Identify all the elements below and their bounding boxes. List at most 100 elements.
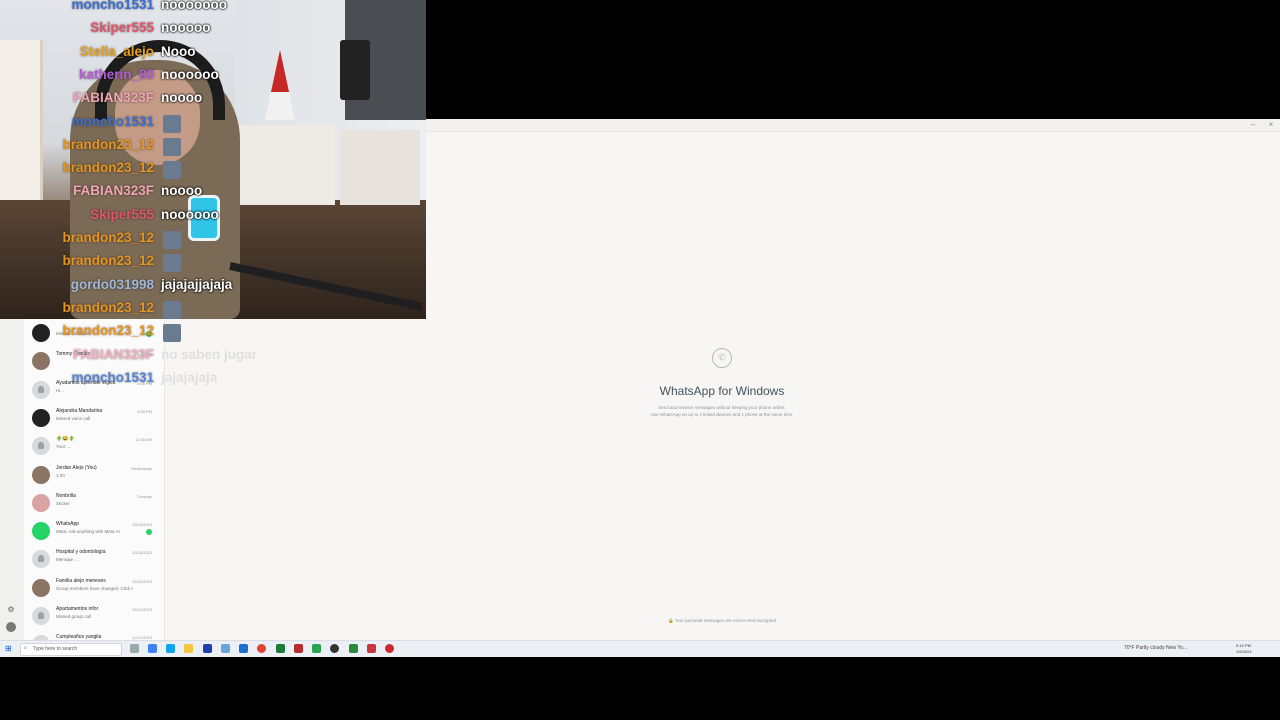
profile-avatar[interactable]	[6, 622, 16, 632]
chat-username: brandon23_12	[62, 323, 154, 339]
emote-icon	[163, 137, 181, 156]
mail-icon[interactable]	[239, 644, 248, 653]
chat-text: Nooo	[161, 43, 196, 59]
chat-preview: Sticker	[56, 500, 70, 506]
chat-list-item[interactable]: 🌵😂🌵 Your: ... 12:08 AM	[24, 432, 164, 460]
chat-username: moncho1531	[71, 0, 154, 12]
chat-avatar	[32, 437, 50, 456]
chat-text: noooooo	[161, 66, 219, 82]
chat-time: 4:58 PM	[137, 408, 152, 414]
chat-preview: Your: ...	[56, 444, 72, 450]
chat-time: Wednesday	[130, 465, 152, 471]
chat-text: jajajajaja	[161, 369, 218, 385]
app-icon[interactable]	[385, 644, 394, 653]
emote-icon	[163, 114, 181, 133]
chat-username: FABIAN323F	[72, 183, 154, 199]
emote-icon	[163, 300, 181, 319]
app-icon[interactable]	[312, 644, 321, 653]
file-explorer-icon[interactable]	[184, 644, 193, 653]
chat-username: moncho1531	[71, 113, 154, 129]
chat-username: katherin_80	[78, 66, 154, 82]
chat-text: nooooo	[161, 20, 211, 36]
chat-message: katherin_80 noooooo	[0, 67, 1280, 89]
chat-username: moncho1531	[71, 369, 154, 385]
edge-icon[interactable]	[148, 644, 157, 653]
chat-message: FABIAN323F noooo	[0, 90, 1280, 112]
task-view-icon[interactable]	[130, 644, 139, 653]
chat-text: noooo	[161, 90, 203, 106]
encryption-text: Your personal messages are end-to-end en…	[674, 618, 776, 623]
chat-time: 12:08 AM	[135, 437, 152, 443]
chat-time: Tuesday	[136, 493, 152, 499]
empty-state-text: Use WhatsApp on up to 4 linked devices a…	[650, 412, 794, 417]
chat-username: Skiper555	[90, 206, 154, 222]
chat-preview: 1:00	[56, 472, 65, 478]
chat-username: brandon23_12	[62, 136, 154, 152]
chat-list-item[interactable]: Apartamentos infor Missed group call 12/10…	[24, 602, 164, 630]
chat-username: brandon23_12	[62, 230, 154, 245]
clock-time[interactable]: 9:14 PM	[1236, 643, 1251, 648]
excel-icon[interactable]	[276, 644, 285, 653]
chat-name: Apartamentos infor	[56, 606, 99, 612]
chat-name: Familia alejo meneses	[56, 577, 106, 584]
settings-icon[interactable]: ⚙	[6, 605, 16, 615]
obs-icon[interactable]	[330, 644, 339, 653]
taskbar-search[interactable]: ⌕ Type here to search	[20, 643, 122, 656]
chat-time: 12/02/2023	[131, 578, 152, 584]
chat-name: Alejandra Mandarina	[56, 407, 103, 414]
taskbar: ⊞ ⌕ Type here to search 70°F Partly clou…	[0, 640, 1280, 657]
chat-list-item[interactable]: WhatsApp Meta: Ask anything with Meta AI 1…	[24, 517, 164, 545]
chat-message: brandon23_12	[0, 160, 1280, 182]
browser-icon[interactable]	[166, 644, 175, 653]
clock-date[interactable]: 1/5/2024	[1236, 649, 1252, 654]
chat-name: WhatsApp	[56, 521, 80, 528]
chat-avatar	[32, 607, 50, 625]
app-icon[interactable]	[294, 644, 303, 653]
chat-avatar	[32, 550, 50, 569]
weather-widget[interactable]: 70°F Partly cloudy New Yo...	[1124, 645, 1187, 651]
start-icon[interactable]: ⊞	[5, 644, 12, 653]
chat-username: gordo031998	[70, 276, 154, 292]
chat-avatar	[32, 578, 50, 597]
chat-message: gordo031998 jajajajjajaja	[0, 277, 1280, 299]
chrome-icon[interactable]	[257, 644, 266, 653]
chat-time: 12/10/2023	[131, 607, 152, 612]
app-icon[interactable]	[349, 644, 358, 653]
chat-message: moncho1531 jajajajaja	[0, 370, 1280, 392]
chat-list-item[interactable]: Nonbrilla Sticker Tuesday	[24, 489, 164, 517]
whatsapp-task-icon[interactable]	[221, 644, 230, 653]
chat-list-item[interactable]: Jordan Alejo (You) 1:00 Wednesday	[24, 461, 164, 489]
chat-preview: Missed group call	[56, 614, 92, 619]
chat-text: noooo	[161, 183, 203, 199]
chat-message: Skiper555 nooooo	[0, 20, 1280, 42]
chat-message: brandon23_12	[0, 137, 1280, 159]
chat-avatar	[32, 493, 50, 512]
chat-avatar	[32, 465, 50, 484]
app-icon[interactable]	[367, 644, 376, 653]
chat-preview: Mensaje ...	[56, 557, 79, 563]
chat-name: Jordan Alejo (You)	[56, 464, 97, 471]
chat-username: brandon23_12	[62, 299, 154, 315]
search-icon: ⌕	[24, 645, 27, 651]
chat-username: Skiper555	[90, 20, 154, 36]
store-icon[interactable]	[203, 644, 212, 653]
emote-icon	[163, 254, 181, 273]
encryption-notice: 🔒 Your personal messages are end-to-end …	[668, 618, 776, 623]
chat-message: brandon23_12	[0, 300, 1280, 322]
chat-text: no saben jugar	[161, 346, 258, 362]
chat-username: brandon23_12	[62, 160, 154, 176]
chat-message: Stella_alejo Nooo	[0, 44, 1280, 66]
chat-message: moncho1531	[0, 114, 1280, 136]
chat-text: noooooo	[161, 206, 219, 222]
chat-list-item[interactable]: Alejandra Mandarina Missed voice call 4:58…	[24, 404, 164, 432]
emote-icon	[163, 324, 181, 343]
chat-list-item[interactable]: Familia alejo meneses Group members have …	[24, 574, 164, 602]
chat-list-item[interactable]: Hospital y odontología Mensaje ... 12/18/2…	[24, 545, 164, 573]
chat-message: brandon23_12	[0, 323, 1280, 345]
chat-message: brandon23_12	[0, 230, 1280, 252]
chat-name: Hospital y odontología	[56, 549, 106, 556]
chat-message: FABIAN323F noooo	[0, 183, 1280, 205]
stream-chat-overlay: moncho1531 nooooooo Skiper555 nooooo Stella_…	[0, 0, 1280, 400]
emote-icon	[163, 161, 181, 180]
chat-preview: Missed voice call	[56, 415, 91, 421]
